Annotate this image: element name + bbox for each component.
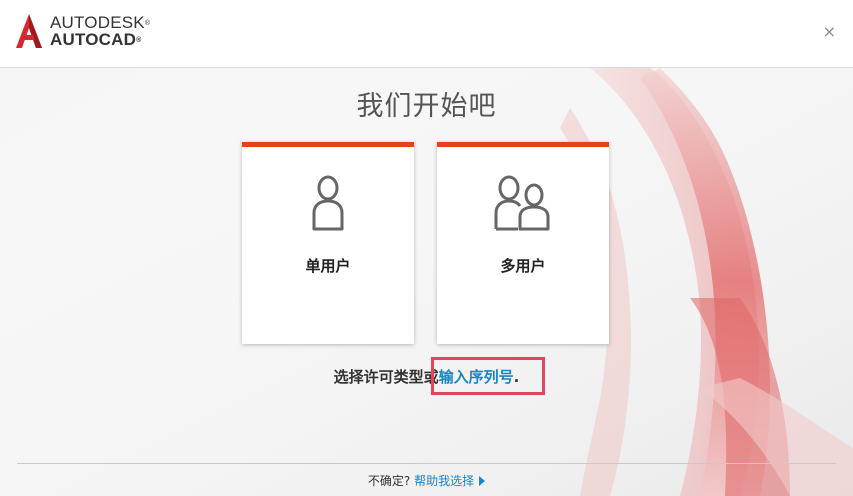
multi-user-icon [437,173,609,233]
footer-divider [17,463,836,464]
footer-question: 不确定? [367,474,411,488]
brand-line-autocad: AUTOCAD [50,30,137,49]
triangle-right-icon[interactable] [479,475,486,486]
multi-user-card[interactable]: 多用户 [437,142,609,344]
close-button[interactable]: × [823,23,836,41]
footer: 不确定? 帮助我选择 [0,472,853,489]
highlight-box [431,357,545,395]
brand-wordmark: AUTODESK® AUTOCAD® [50,13,151,49]
title-bar: AUTODESK® AUTOCAD® × [0,0,853,68]
license-prompt: 选择许可类型或输入序列号. [0,366,853,387]
autodesk-logo-icon [16,14,42,48]
single-user-label: 单用户 [305,257,351,275]
multi-user-label: 多用户 [500,257,546,275]
background-ribbon-art [0,68,853,496]
help-me-choose-link[interactable]: 帮助我选择 [414,474,474,488]
single-user-card[interactable]: 单用户 [242,142,414,344]
license-prompt-text: 选择许可类型或 [333,368,439,386]
page-title: 我们开始吧 [356,91,497,122]
single-user-icon [242,173,414,233]
